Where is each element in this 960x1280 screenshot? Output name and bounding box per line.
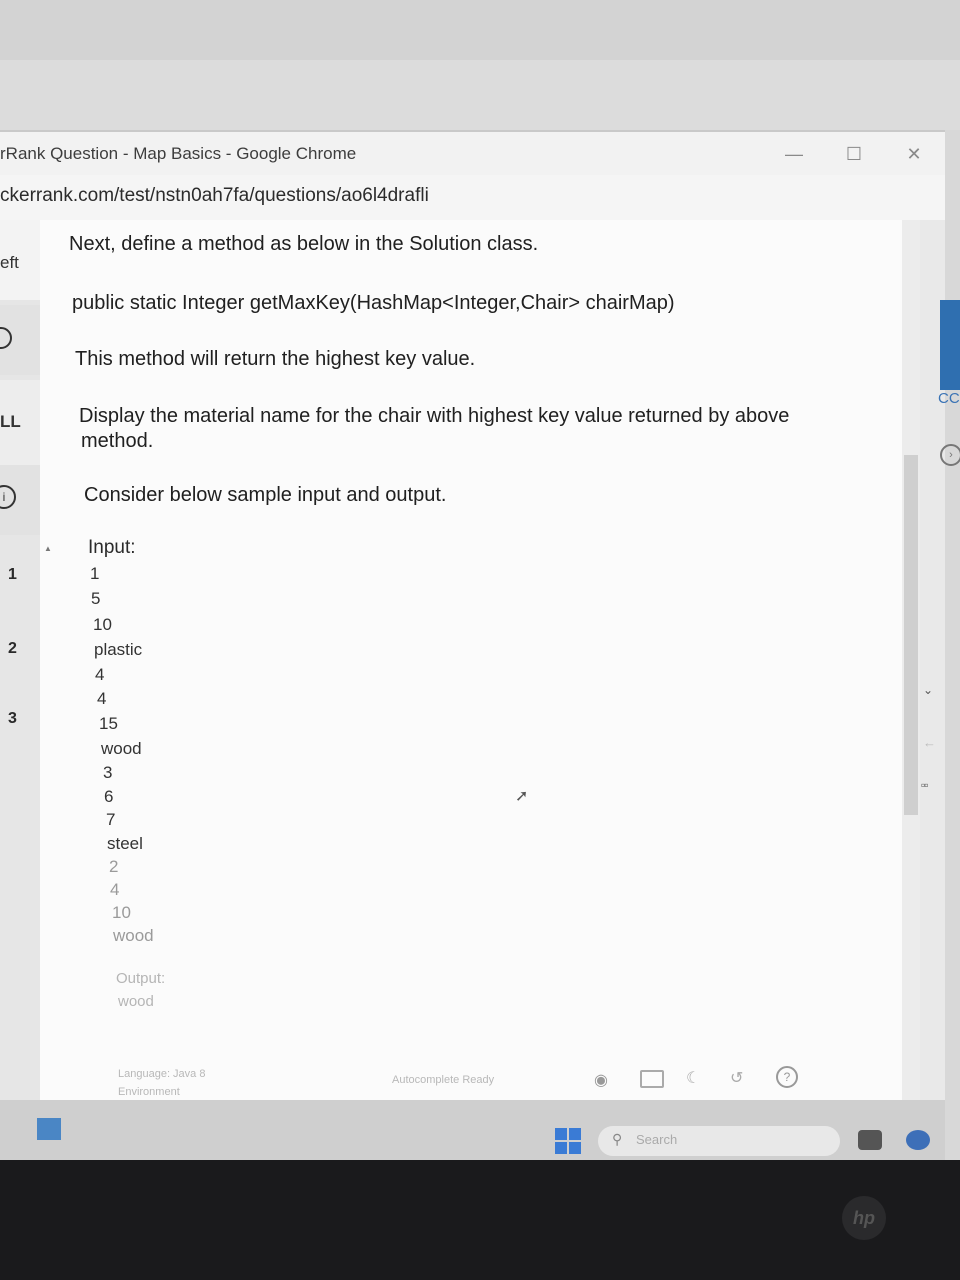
taskbar-search[interactable]: ⚲ Search — [598, 1126, 840, 1156]
sidebar-tab-ll-label: LL — [0, 412, 21, 431]
question-paragraph-3-line-1: Display the material name for the chair … — [79, 405, 790, 427]
sidebar-block — [0, 305, 40, 375]
info-icon[interactable]: i — [0, 485, 16, 509]
right-panel-label: CC — [938, 390, 960, 407]
terminal-icon[interactable] — [640, 1070, 664, 1088]
environment-link[interactable]: Environment — [118, 1086, 180, 1098]
input-line: 1 — [90, 564, 100, 583]
chevron-down-icon[interactable]: ⌄ — [923, 683, 933, 697]
input-line: wood — [113, 926, 154, 945]
windows-start-icon[interactable] — [555, 1128, 581, 1154]
method-signature: public static Integer getMaxKey(HashMap<… — [72, 292, 675, 314]
sidebar-tab-ll[interactable]: LL — [0, 380, 40, 465]
left-sidebar: eft LL i 1 2 3 — [0, 220, 40, 1100]
input-label: Input: — [88, 537, 136, 558]
input-line: 4 — [110, 880, 120, 899]
question-paragraph-3-line-2: method. — [81, 430, 154, 452]
line-number-1: 1 — [8, 566, 17, 583]
minimize-button[interactable]: — — [780, 140, 808, 168]
input-line: 10 — [93, 615, 112, 634]
cursor-icon: ➚ — [515, 788, 529, 805]
input-line: 4 — [95, 665, 105, 684]
browser-icon[interactable] — [906, 1130, 930, 1150]
hp-logo: hp — [842, 1196, 886, 1240]
collapse-arrow-icon[interactable]: ▲ — [44, 544, 52, 553]
input-line: wood — [101, 739, 142, 758]
back-arrow-icon[interactable]: ← — [923, 735, 936, 750]
input-line: steel — [107, 834, 143, 853]
maximize-button[interactable]: ☐ — [840, 140, 868, 168]
question-paragraph-4: Consider below sample input and output. — [84, 484, 447, 506]
sidebar-tab-left[interactable]: eft — [0, 220, 40, 300]
help-icon[interactable]: ? — [776, 1066, 798, 1088]
laptop-body — [0, 1160, 960, 1280]
language-indicator[interactable]: Language: Java 8 — [118, 1068, 205, 1080]
sidebar-tab-label: eft — [0, 253, 19, 272]
window-title: rRank Question - Map Basics - Google Chr… — [0, 144, 357, 163]
output-label: Output: — [116, 970, 166, 987]
history-icon[interactable]: ↺ — [730, 1068, 743, 1088]
window-titlebar: rRank Question - Map Basics - Google Chr… — [0, 130, 945, 177]
sidebar-info[interactable]: i — [0, 465, 40, 535]
circle-icon — [0, 327, 12, 349]
monitor-bezel-top — [0, 0, 960, 130]
theme-icon[interactable]: ☾ — [686, 1068, 700, 1088]
search-icon: ⚲ — [612, 1131, 623, 1147]
input-line: 10 — [112, 903, 131, 922]
input-line: 3 — [103, 763, 113, 782]
taskbar-app-icon[interactable] — [858, 1130, 882, 1150]
line-number-2: 2 — [8, 640, 17, 657]
input-line: 5 — [91, 589, 101, 608]
input-line: plastic — [94, 640, 143, 659]
grid-icon[interactable]: ▫▫ — [921, 778, 928, 792]
input-line: 4 — [97, 689, 107, 708]
input-line: 7 — [106, 810, 116, 829]
input-line: 15 — [99, 714, 118, 733]
next-arrow-icon[interactable]: › — [940, 444, 960, 466]
scrollbar-thumb[interactable] — [904, 455, 918, 815]
question-paragraph-2: This method will return the highest key … — [75, 348, 476, 370]
content-scrollbar[interactable] — [902, 220, 920, 1100]
taskbar-search-placeholder: Search — [636, 1132, 678, 1147]
input-line: 2 — [109, 857, 119, 876]
question-paragraph-1: Next, define a method as below in the So… — [69, 233, 539, 255]
line-number-3: 3 — [8, 710, 17, 727]
address-bar[interactable]: ckerrank.com/test/nstn0ah7fa/questions/a… — [0, 175, 945, 221]
right-panel-accent — [940, 300, 960, 390]
url-text[interactable]: ckerrank.com/test/nstn0ah7fa/questions/a… — [0, 185, 429, 207]
output-value: wood — [118, 993, 154, 1010]
app-icon[interactable] — [37, 1118, 61, 1140]
close-button[interactable]: ✕ — [900, 140, 928, 168]
screen-edge — [945, 130, 960, 1160]
eye-icon[interactable]: ◉ — [594, 1070, 608, 1090]
input-line: 6 — [104, 787, 114, 806]
autocomplete-status: Autocomplete Ready — [392, 1074, 495, 1086]
